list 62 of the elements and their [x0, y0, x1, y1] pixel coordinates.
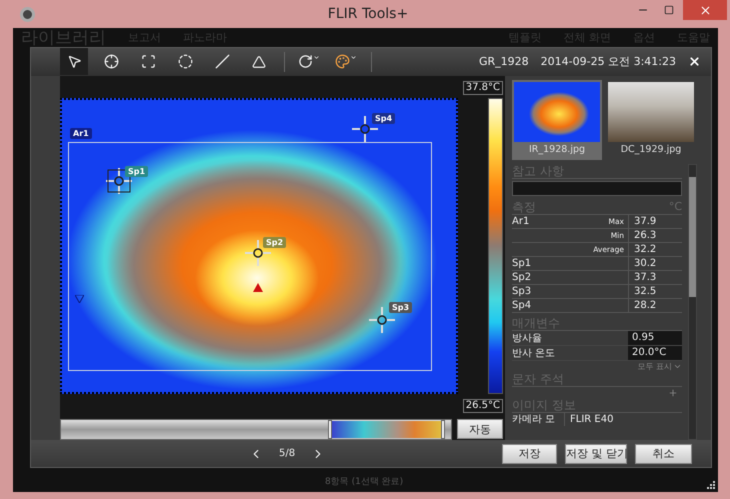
- slider-handle[interactable]: [328, 420, 332, 439]
- tool-button[interactable]: [60, 48, 88, 76]
- file-name: GR_1928: [479, 55, 529, 68]
- spot-label: Sp4: [372, 112, 396, 124]
- crosshair-icon: [104, 54, 118, 70]
- thumbnail[interactable]: IR_1928.jpg: [512, 80, 602, 160]
- circle-icon: [178, 54, 192, 70]
- thumbnail-caption: DC_1929.jpg: [620, 144, 682, 155]
- area-label: Ar1: [70, 128, 92, 139]
- spot-label: Sp2: [263, 236, 286, 248]
- timestamp: 2014-09-25 오전 3:41:23: [540, 54, 676, 70]
- measurement-value: 37.9: [628, 214, 682, 228]
- thumbnail-caption: IR_1928.jpg: [528, 144, 586, 155]
- add-icon[interactable]: [668, 388, 678, 398]
- measurement-value: 37.3: [628, 270, 682, 284]
- spot-label: Sp3: [389, 302, 412, 313]
- spot-label: Sp1: [125, 166, 148, 177]
- dialog-button[interactable]: 저장: [502, 444, 557, 464]
- page-indicator: 5/8: [279, 448, 296, 460]
- app-icon: [20, 6, 35, 22]
- measurement-area[interactable]: [68, 142, 432, 371]
- parameter-label: 방사율: [512, 332, 543, 345]
- measurement-value: 26.3: [628, 228, 682, 242]
- hot-spot-triangle-icon: [253, 282, 263, 292]
- measurement-name: Sp4: [512, 298, 532, 312]
- thumbnail[interactable]: DC_1929.jpg: [606, 80, 696, 160]
- parameter-value[interactable]: 0.95: [628, 330, 682, 345]
- info-label: 카메라 모: [512, 412, 556, 426]
- notes-field[interactable]: [512, 180, 682, 196]
- parameter-label: 반사 온도: [512, 346, 556, 360]
- measurement-name: Sp2: [512, 270, 532, 284]
- resize-grip-icon[interactable]: [706, 480, 715, 489]
- scale-min-label[interactable]: 26.5°C: [462, 398, 503, 413]
- dialog-button[interactable]: 취소: [635, 444, 692, 464]
- pointer-icon: [66, 54, 82, 70]
- close-icon: [698, 4, 712, 16]
- cold-spot-triangle-icon: [75, 294, 84, 303]
- measurement-name: Sp1: [512, 256, 532, 270]
- scrollbar[interactable]: [688, 164, 697, 440]
- measurement-name: Sp3: [512, 284, 532, 298]
- palette-icon: [335, 54, 357, 70]
- measurement-value: 32.5: [628, 284, 682, 298]
- info-value: FLIR E40: [564, 412, 682, 426]
- measurement-value: 30.2: [628, 256, 682, 270]
- slider-handle[interactable]: [441, 420, 446, 439]
- dialog-button[interactable]: 저장 및 닫기: [565, 444, 627, 464]
- measurement-value: 32.2: [628, 242, 682, 256]
- auto-button[interactable]: 자동: [457, 419, 503, 440]
- triangle-icon: [252, 54, 266, 69]
- status-text: 8항목 (1선택 완료): [325, 476, 404, 488]
- close-button[interactable]: [688, 55, 701, 68]
- measurement-value: 28.2: [628, 298, 682, 312]
- rotate-icon: [298, 54, 320, 70]
- range-slider[interactable]: [60, 418, 452, 440]
- parameter-value[interactable]: 20.0°C: [628, 346, 682, 360]
- measurement-name: Ar1: [512, 214, 530, 228]
- scrollbar-thumb[interactable]: [689, 176, 696, 297]
- scale-max-label[interactable]: 37.8°C: [462, 80, 503, 95]
- maximize-icon: [664, 5, 674, 15]
- line-icon: [214, 54, 230, 70]
- box-icon: [140, 54, 156, 70]
- window-title: FLIR Tools+: [326, 6, 410, 22]
